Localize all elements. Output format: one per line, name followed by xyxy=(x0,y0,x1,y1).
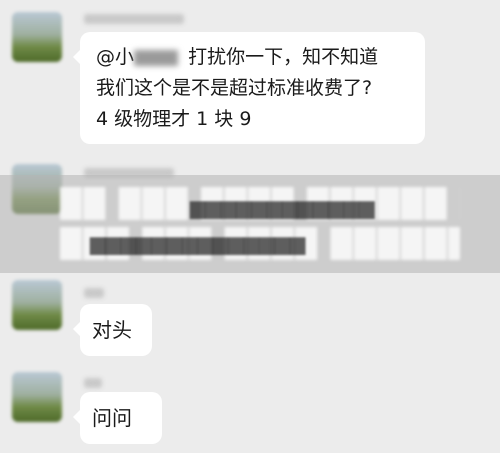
message-line-3: 4 级物理才 1 块 9 xyxy=(96,108,252,130)
message-bubble[interactable]: 对头 xyxy=(73,304,152,356)
message-line-2: 我们这个是不是超过标准收费了? xyxy=(96,77,373,99)
sender-name-blurred xyxy=(84,14,184,24)
sender-name-blurred xyxy=(84,378,102,388)
obscured-message-text-2: ▆▆▆▆▆▆▆▆▆▆▆▆▆▆ xyxy=(90,231,306,255)
blurred-watermark-banner: ██ ███ ████ ██████ ██ ███ ███ ████ █████… xyxy=(0,175,500,273)
mention-prefix: @小 xyxy=(96,46,135,68)
message-text: 对头 xyxy=(92,318,132,342)
avatar[interactable] xyxy=(12,12,62,62)
mention-name-blurred xyxy=(134,49,179,66)
message-text: 问问 xyxy=(92,406,132,430)
sender-name-blurred xyxy=(84,288,104,298)
message-bubble[interactable]: 问问 xyxy=(73,392,162,444)
message-text-1: 打扰你一下，知不知道 xyxy=(188,46,379,68)
message-line-1: @小 打扰你一下，知不知道 xyxy=(96,42,409,73)
avatar[interactable] xyxy=(12,280,62,330)
message-bubble[interactable]: @小 打扰你一下，知不知道 我们这个是不是超过标准收费了? 4 级物理才 1 块… xyxy=(73,32,425,144)
avatar[interactable] xyxy=(12,372,62,422)
obscured-message-text-1: ▆▆▆▆▆▆▆▆▆▆▆▆ xyxy=(190,195,375,219)
